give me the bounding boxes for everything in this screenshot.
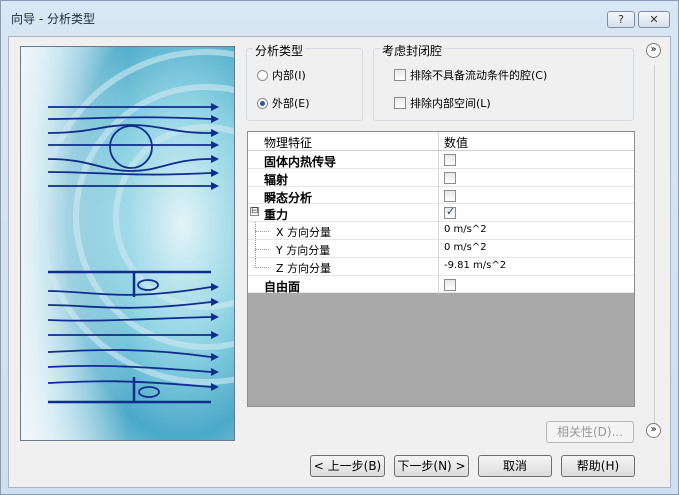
- table-row[interactable]: X 方向分量 0 m/s^2: [248, 222, 634, 240]
- exclude-non-flow-cavity-checkbox[interactable]: 排除不具备流动条件的腔(C): [394, 67, 547, 83]
- table-row[interactable]: 辐射: [248, 168, 634, 187]
- tree-line: [255, 257, 257, 267]
- table-row[interactable]: 固体内热传导: [248, 151, 634, 169]
- exclude-internal-space-checkbox[interactable]: 排除内部空间(L): [394, 95, 491, 111]
- radio-external-indicator[interactable]: [257, 97, 268, 109]
- feature-name: 辐射: [264, 172, 289, 187]
- wizard-client-area: 分析类型 内部(I) 外部(E) 考虑封闭腔 排除不具备流动条件的腔(C) 排除…: [8, 36, 671, 488]
- help-title-button[interactable]: ?: [607, 11, 635, 28]
- dependency-button[interactable]: 相关性(D)...: [546, 421, 634, 443]
- checkbox-indicator[interactable]: [394, 69, 406, 81]
- flow-lines-graphic: [21, 47, 234, 440]
- tree-line: [255, 231, 269, 233]
- column-divider: [438, 132, 439, 294]
- feature-name: 固体内热传导: [264, 155, 337, 169]
- feature-name: 重力: [264, 208, 289, 223]
- cancel-button[interactable]: 取消: [478, 455, 552, 477]
- flow-illustration: [20, 46, 235, 441]
- table-row[interactable]: Y 方向分量 0 m/s^2: [248, 239, 634, 258]
- collapse-minus-icon[interactable]: ⊟: [250, 207, 259, 217]
- analysis-type-group: 分析类型 内部(I) 外部(E): [246, 42, 363, 121]
- feature-value[interactable]: 0 m/s^2: [444, 242, 487, 253]
- table-row[interactable]: 自由面: [248, 275, 634, 294]
- checkbox-indicator[interactable]: [394, 97, 406, 109]
- radio-internal-label: 内部(I): [272, 69, 306, 82]
- next-button[interactable]: 下一步(N) >: [394, 455, 469, 477]
- feature-checkbox[interactable]: [444, 189, 456, 202]
- closed-cavity-group: 考虑封闭腔 排除不具备流动条件的腔(C) 排除内部空间(L): [373, 42, 634, 121]
- radio-internal-indicator[interactable]: [257, 69, 268, 81]
- close-button[interactable]: ✕: [638, 11, 670, 28]
- exclude-internal-space-label: 排除内部空间(L): [410, 97, 491, 110]
- feature-name: X 方向分量: [276, 226, 332, 240]
- column-header-value: 数值: [444, 136, 469, 150]
- analysis-type-label: 分析类型: [253, 42, 306, 59]
- exclude-non-flow-cavity-label: 排除不具备流动条件的腔(C): [410, 69, 548, 82]
- feature-checkbox[interactable]: [444, 205, 456, 220]
- radio-internal[interactable]: 内部(I): [257, 67, 306, 83]
- grid-header: 物理特征 数值: [248, 132, 634, 151]
- table-row[interactable]: Z 方向分量 -9.81 m/s^2: [248, 257, 634, 276]
- wizard-window: 向导 - 分析类型 ? ✕ 分析类型 内部(I) 外部(E) 考虑封闭腔 排除不…: [0, 0, 679, 495]
- feature-checkbox[interactable]: [444, 154, 456, 166]
- window-title: 向导 - 分析类型: [11, 12, 95, 26]
- closed-cavity-label: 考虑封闭腔: [380, 42, 445, 59]
- feature-name: Y 方向分量: [276, 243, 331, 257]
- tree-line: [255, 266, 269, 268]
- physical-features-grid: 物理特征 数值 固体内热传导 辐射 瞬态分析 ⊟ 重力 ✓ X 方向分量 0 m…: [247, 131, 635, 407]
- back-button[interactable]: < 上一步(B): [310, 455, 385, 477]
- feature-checkbox[interactable]: [444, 278, 456, 291]
- column-header-feature: 物理特征: [264, 136, 313, 150]
- feature-name: 瞬态分析: [264, 190, 313, 205]
- tree-line: [255, 248, 269, 250]
- collapse-bottom-icon[interactable]: »: [646, 423, 661, 438]
- feature-value[interactable]: 0 m/s^2: [444, 224, 487, 235]
- feature-name: 自由面: [264, 279, 301, 294]
- title-bar: 向导 - 分析类型 ? ✕: [1, 1, 678, 35]
- divider-line: [654, 65, 655, 423]
- feature-value[interactable]: -9.81 m/s^2: [444, 260, 506, 271]
- feature-name: Z 方向分量: [276, 261, 332, 275]
- table-row[interactable]: 瞬态分析: [248, 186, 634, 205]
- radio-external-label: 外部(E): [272, 97, 310, 110]
- radio-external[interactable]: 外部(E): [257, 95, 310, 111]
- table-row[interactable]: ⊟ 重力: [248, 204, 634, 222]
- help-button[interactable]: 帮助(H): [561, 455, 635, 477]
- collapse-top-icon[interactable]: »: [646, 43, 661, 58]
- feature-checkbox[interactable]: [444, 171, 456, 184]
